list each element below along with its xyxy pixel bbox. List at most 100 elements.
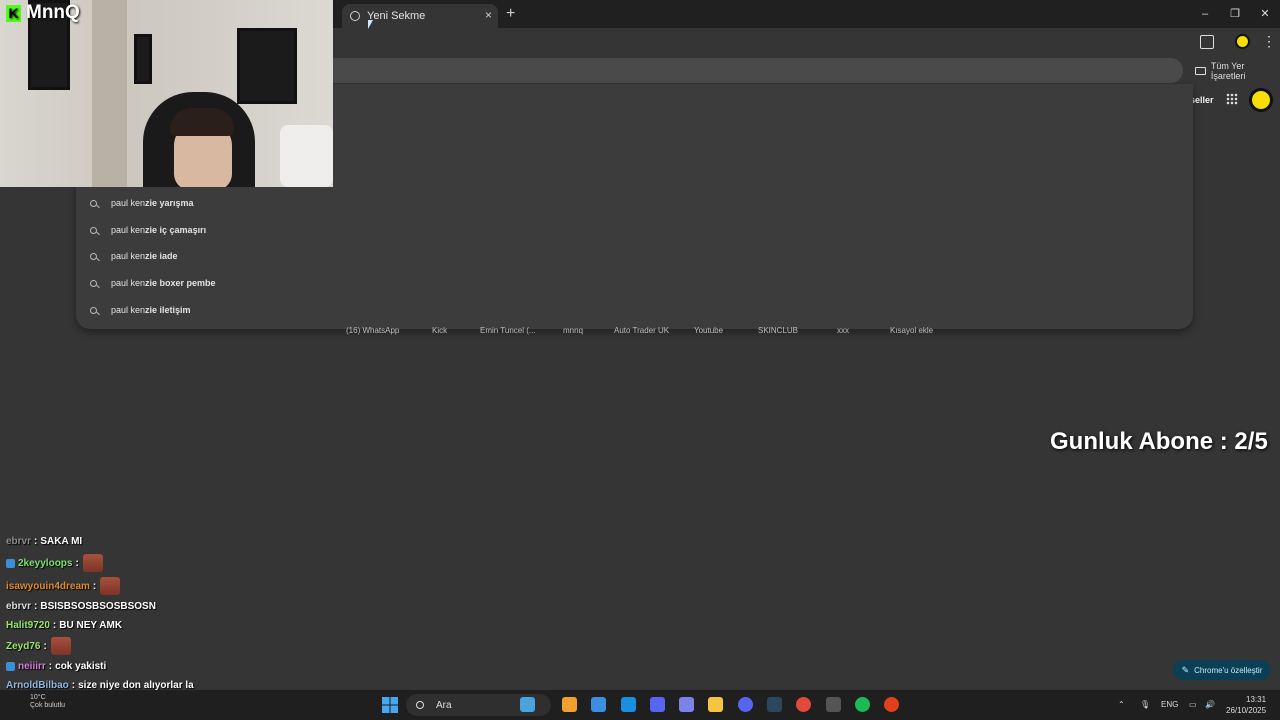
- shortcut-tile[interactable]: (16) WhatsApp: [346, 326, 399, 335]
- menu-kebab-icon[interactable]: ⋮: [1262, 33, 1276, 50]
- customize-label: Chrome'u özelleştir: [1194, 665, 1263, 675]
- customize-chrome-button[interactable]: ✎ Chrome'u özelleştir: [1173, 660, 1271, 680]
- chat-emote: [50, 637, 71, 655]
- sub-goal-counter: Gunluk Abone : 2/5: [1050, 428, 1268, 455]
- network-icon[interactable]: ▭: [1189, 700, 1197, 709]
- pencil-icon: ✎: [1181, 664, 1190, 675]
- taskbar-clock[interactable]: 13:31 26/10/2025: [1226, 694, 1266, 716]
- ntp-profile-avatar[interactable]: [1249, 88, 1273, 112]
- chat-badge-icon: [6, 662, 15, 671]
- suggestion-prefix: paul ken: [111, 251, 146, 261]
- minimize-button[interactable]: –: [1190, 0, 1220, 28]
- app-icon[interactable]: [884, 697, 899, 712]
- windows-start-icon[interactable]: [382, 697, 398, 713]
- chat-separator: :: [75, 557, 79, 569]
- chat-message: Zeyd76:: [6, 637, 71, 655]
- taskbar: [0, 690, 1280, 720]
- chat-message: neiiirr: cok yakisti: [6, 661, 106, 672]
- shortcut-tile[interactable]: xxx: [837, 326, 849, 335]
- suggestion-prefix: paul ken: [111, 278, 146, 288]
- maximize-button[interactable]: ❐: [1220, 0, 1250, 28]
- chat-username: ebrvr: [6, 536, 32, 547]
- chrome-icon[interactable]: [796, 697, 811, 712]
- chat-separator: :: [43, 640, 47, 652]
- add-shortcut-tile[interactable]: Kısayol ekle: [890, 326, 933, 335]
- search-icon: [416, 701, 424, 709]
- ntp-header-link[interactable]: seller: [1190, 95, 1214, 105]
- chat-username: isawyouin4dream: [6, 580, 90, 592]
- webcam-overlay: K MnnQ: [0, 0, 333, 187]
- chat-username: neiiirr: [18, 661, 46, 672]
- widget-app-icon[interactable]: [520, 697, 535, 712]
- steam-icon[interactable]: [767, 697, 782, 712]
- clock-time: 13:31: [1246, 695, 1267, 704]
- file-explorer-icon[interactable]: [708, 697, 723, 712]
- chat-message: ebrvr: BSISBSOSBSOSBSOSN: [6, 601, 156, 612]
- search-icon: [90, 252, 97, 260]
- copilot-icon[interactable]: [562, 697, 577, 712]
- clock-date: 26/10/2025: [1226, 706, 1267, 715]
- tab-new-tab[interactable]: Yeni Sekme ×: [342, 4, 498, 28]
- suggestion-completion: zie yarışma: [145, 198, 194, 208]
- jersey-frame: [237, 28, 297, 104]
- suggestion-prefix: paul ken: [111, 198, 146, 208]
- shortcut-tile[interactable]: Youtube: [694, 326, 723, 335]
- suggestion-completion: zie boxer pembe: [145, 278, 216, 288]
- volume-icon[interactable]: 🔊: [1205, 700, 1215, 709]
- chat-message: 2keyyloops:: [6, 554, 103, 572]
- search-suggestion[interactable]: paul ken zie iletişim: [90, 297, 191, 323]
- streamer-hair: [170, 108, 234, 136]
- discord-icon[interactable]: [738, 697, 753, 712]
- channel-name: MnnQ: [26, 2, 80, 23]
- chat-separator: :: [48, 661, 53, 672]
- wall-door: [92, 0, 127, 187]
- tab-title: Yeni Sekme: [367, 10, 426, 22]
- search-icon: [90, 226, 97, 234]
- suggestion-completion: zie iade: [145, 251, 178, 261]
- search-suggestion[interactable]: paul ken zie iç çamaşırı: [90, 217, 206, 243]
- kick-icon: K: [6, 4, 21, 22]
- chat-message: ebrvr: SAKA MI: [6, 536, 82, 547]
- spotify-icon[interactable]: [855, 697, 870, 712]
- chat-message: Halit9720: BU NEY AMK: [6, 620, 122, 631]
- close-tab-icon[interactable]: ×: [485, 8, 492, 22]
- chat-emote: [82, 554, 103, 572]
- search-placeholder: Ara: [436, 699, 452, 711]
- profile-avatar[interactable]: [1235, 34, 1250, 49]
- shortcut-tile[interactable]: Auto Trader UK: [614, 326, 669, 335]
- chat-username: Zeyd76: [6, 640, 41, 652]
- apps-grid-icon[interactable]: [1226, 93, 1238, 105]
- shortcut-tile[interactable]: mnnq: [563, 326, 583, 335]
- all-bookmarks-label: Tüm Yer İşaretleri: [1210, 61, 1246, 81]
- language-indicator[interactable]: ENG: [1161, 700, 1178, 709]
- suggestion-completion: zie iletişim: [145, 305, 191, 315]
- microphone-icon[interactable]: 🎙: [1140, 700, 1150, 709]
- weather-widget[interactable]: 10°C Çok bulutlu: [30, 694, 65, 710]
- chat-separator: :: [52, 620, 57, 631]
- chat-username: ebrvr: [6, 601, 32, 612]
- chat-separator: :: [92, 580, 97, 592]
- chat-badge-icon: [6, 558, 15, 568]
- close-window-button[interactable]: ✕: [1250, 0, 1280, 28]
- teams-icon[interactable]: [679, 697, 694, 712]
- search-suggestion[interactable]: paul ken zie yarışma: [90, 190, 194, 216]
- outlook-icon[interactable]: [621, 697, 636, 712]
- extensions-icon[interactable]: [1200, 35, 1214, 49]
- app-icon[interactable]: [826, 697, 841, 712]
- chat-text: BSISBSOSBSOSBSOSN: [40, 601, 156, 612]
- search-icon: [90, 279, 97, 287]
- all-bookmarks-button[interactable]: Tüm Yer İşaretleri: [1195, 61, 1280, 81]
- mouse-cursor: [368, 20, 373, 29]
- poster-frame: [134, 34, 152, 84]
- shortcut-tile[interactable]: Kick: [432, 326, 447, 335]
- edge-icon[interactable]: [650, 697, 665, 712]
- shortcut-tile[interactable]: SKINCLUB: [758, 326, 798, 335]
- search-suggestion[interactable]: paul ken zie boxer pembe: [90, 270, 216, 296]
- search-suggestion[interactable]: paul ken zie iade: [90, 243, 178, 269]
- new-tab-button[interactable]: +: [506, 5, 515, 23]
- search-icon: [90, 199, 97, 207]
- globe-icon: [350, 11, 360, 21]
- chevron-up-icon[interactable]: ⌃: [1118, 700, 1125, 709]
- store-icon[interactable]: [591, 697, 606, 712]
- shortcut-tile[interactable]: Emin Tuncel (...: [480, 326, 536, 335]
